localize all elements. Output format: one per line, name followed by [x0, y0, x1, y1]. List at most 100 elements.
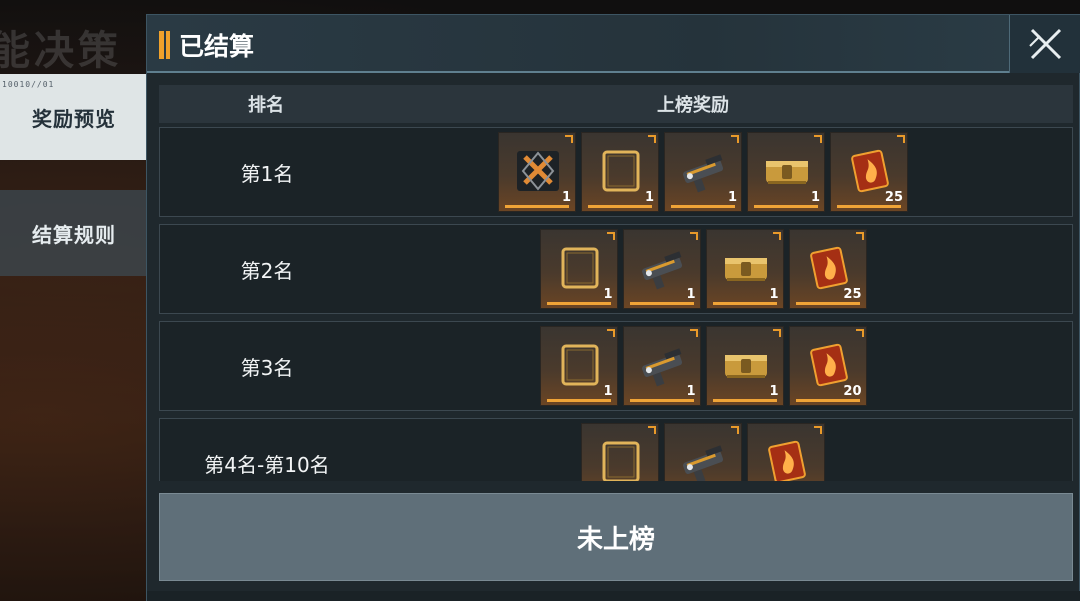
reward-item[interactable] [747, 423, 825, 481]
not-ranked-button[interactable]: 未上榜 [159, 493, 1073, 581]
reward-item[interactable]: 1 [498, 132, 576, 212]
panel-title: 已结算 [179, 32, 255, 61]
item-rarity-bar [712, 302, 777, 305]
fire-card-icon [762, 438, 812, 481]
reward-item[interactable]: 1 [622, 229, 701, 309]
item-corner-icon [565, 135, 573, 143]
header-accent-icon [159, 31, 171, 59]
item-rarity-bar [795, 302, 860, 305]
item-quantity: 1 [727, 190, 737, 205]
item-quantity: 1 [769, 384, 779, 399]
reward-row: 第3名 1 1 1 20 [159, 321, 1073, 411]
row-rank-label: 第2名 [240, 258, 294, 283]
item-rarity-bar [629, 302, 694, 305]
row-rank-label: 第3名 [240, 355, 294, 380]
item-quantity: 20 [843, 384, 862, 399]
reward-item[interactable]: 1 [622, 326, 701, 406]
panel-header: 已结算 [147, 15, 1080, 73]
item-rarity-bar [505, 205, 569, 208]
reward-rows-list[interactable]: 第1名 1 1 1 1 25 第2名 1 1 1 25 第3名 1 1 1 20 第4名-第10名 [159, 127, 1073, 481]
frame-icon [555, 244, 605, 292]
row-rank-label: 第4名-第10名 [204, 452, 330, 477]
reward-item[interactable] [581, 423, 659, 481]
tab-code: 10010//01 [2, 80, 55, 89]
reward-panel: 已结算 排名 上榜奖励 第1名 1 1 1 1 25 第2名 1 1 1 25 第3名 1 1 1 20 第4名… [146, 14, 1080, 601]
item-quantity: 1 [644, 190, 654, 205]
row-reward-items: 1 1 1 20 [374, 326, 1072, 406]
side-tabs: 10010//01 奖励预览 结算规则 [0, 74, 156, 276]
row-reward-items: 1 1 1 1 25 [374, 132, 1072, 212]
item-rarity-bar [754, 205, 818, 208]
item-corner-icon [648, 135, 656, 143]
item-rarity-bar [588, 205, 652, 208]
gun-icon [679, 438, 729, 481]
item-corner-icon [814, 426, 822, 434]
tab-settlement-rules[interactable]: 结算规则 [0, 190, 148, 276]
header-reward: 上榜奖励 [657, 95, 729, 116]
header-rank: 排名 [248, 95, 284, 116]
reward-row: 第2名 1 1 1 25 [159, 224, 1073, 314]
item-quantity: 1 [603, 384, 613, 399]
gold-crate-icon [721, 341, 771, 389]
item-corner-icon [689, 232, 698, 240]
badge-crossed-swords-icon [513, 147, 563, 195]
item-quantity: 25 [843, 287, 862, 302]
gold-crate-icon [721, 244, 771, 292]
frame-icon [596, 147, 646, 195]
reward-item[interactable]: 1 [581, 132, 659, 212]
item-quantity: 1 [810, 190, 820, 205]
item-corner-icon [855, 329, 864, 337]
row-rank-label: 第1名 [240, 161, 294, 186]
row-reward-items [374, 423, 1072, 481]
table-header: 排名 上榜奖励 [159, 85, 1073, 123]
item-rarity-bar [629, 399, 694, 402]
gun-icon [638, 244, 688, 292]
fire-card-icon [845, 147, 895, 195]
frame-icon [596, 438, 646, 481]
reward-item[interactable]: 25 [830, 132, 908, 212]
item-corner-icon [648, 426, 656, 434]
item-corner-icon [606, 329, 615, 337]
tab-settlement-rules-label: 结算规则 [32, 222, 116, 247]
reward-item[interactable]: 1 [539, 229, 618, 309]
frame-icon [555, 341, 605, 389]
item-rarity-bar [712, 399, 777, 402]
item-rarity-bar [671, 205, 735, 208]
item-quantity: 1 [769, 287, 779, 302]
item-quantity: 1 [561, 190, 571, 205]
reward-item[interactable]: 1 [539, 326, 618, 406]
bottom-strip [147, 591, 1080, 601]
item-corner-icon [772, 232, 781, 240]
tab-reward-preview[interactable]: 10010//01 奖励预览 [0, 74, 156, 160]
item-rarity-bar [546, 302, 611, 305]
item-rarity-bar [837, 205, 901, 208]
gold-crate-icon [762, 147, 812, 195]
close-button[interactable] [1009, 15, 1080, 73]
item-quantity: 25 [884, 190, 903, 205]
reward-item[interactable]: 1 [747, 132, 825, 212]
close-icon [1028, 28, 1061, 60]
gun-icon [638, 341, 688, 389]
reward-item[interactable] [664, 423, 742, 481]
reward-item[interactable]: 1 [705, 229, 784, 309]
item-quantity: 1 [686, 384, 696, 399]
fire-card-icon [804, 341, 854, 389]
item-rarity-bar [795, 399, 860, 402]
reward-item[interactable]: 1 [664, 132, 742, 212]
item-corner-icon [897, 135, 905, 143]
reward-row: 第4名-第10名 [159, 418, 1073, 481]
item-quantity: 1 [686, 287, 696, 302]
reward-item[interactable]: 20 [788, 326, 867, 406]
tab-reward-preview-label: 奖励预览 [32, 106, 116, 131]
item-corner-icon [689, 329, 698, 337]
item-quantity: 1 [603, 287, 613, 302]
gun-icon [679, 147, 729, 195]
item-corner-icon [772, 329, 781, 337]
row-reward-items: 1 1 1 25 [374, 229, 1072, 309]
item-corner-icon [814, 135, 822, 143]
item-corner-icon [731, 135, 739, 143]
fire-card-icon [804, 244, 854, 292]
item-corner-icon [731, 426, 739, 434]
reward-item[interactable]: 25 [788, 229, 867, 309]
reward-item[interactable]: 1 [705, 326, 784, 406]
